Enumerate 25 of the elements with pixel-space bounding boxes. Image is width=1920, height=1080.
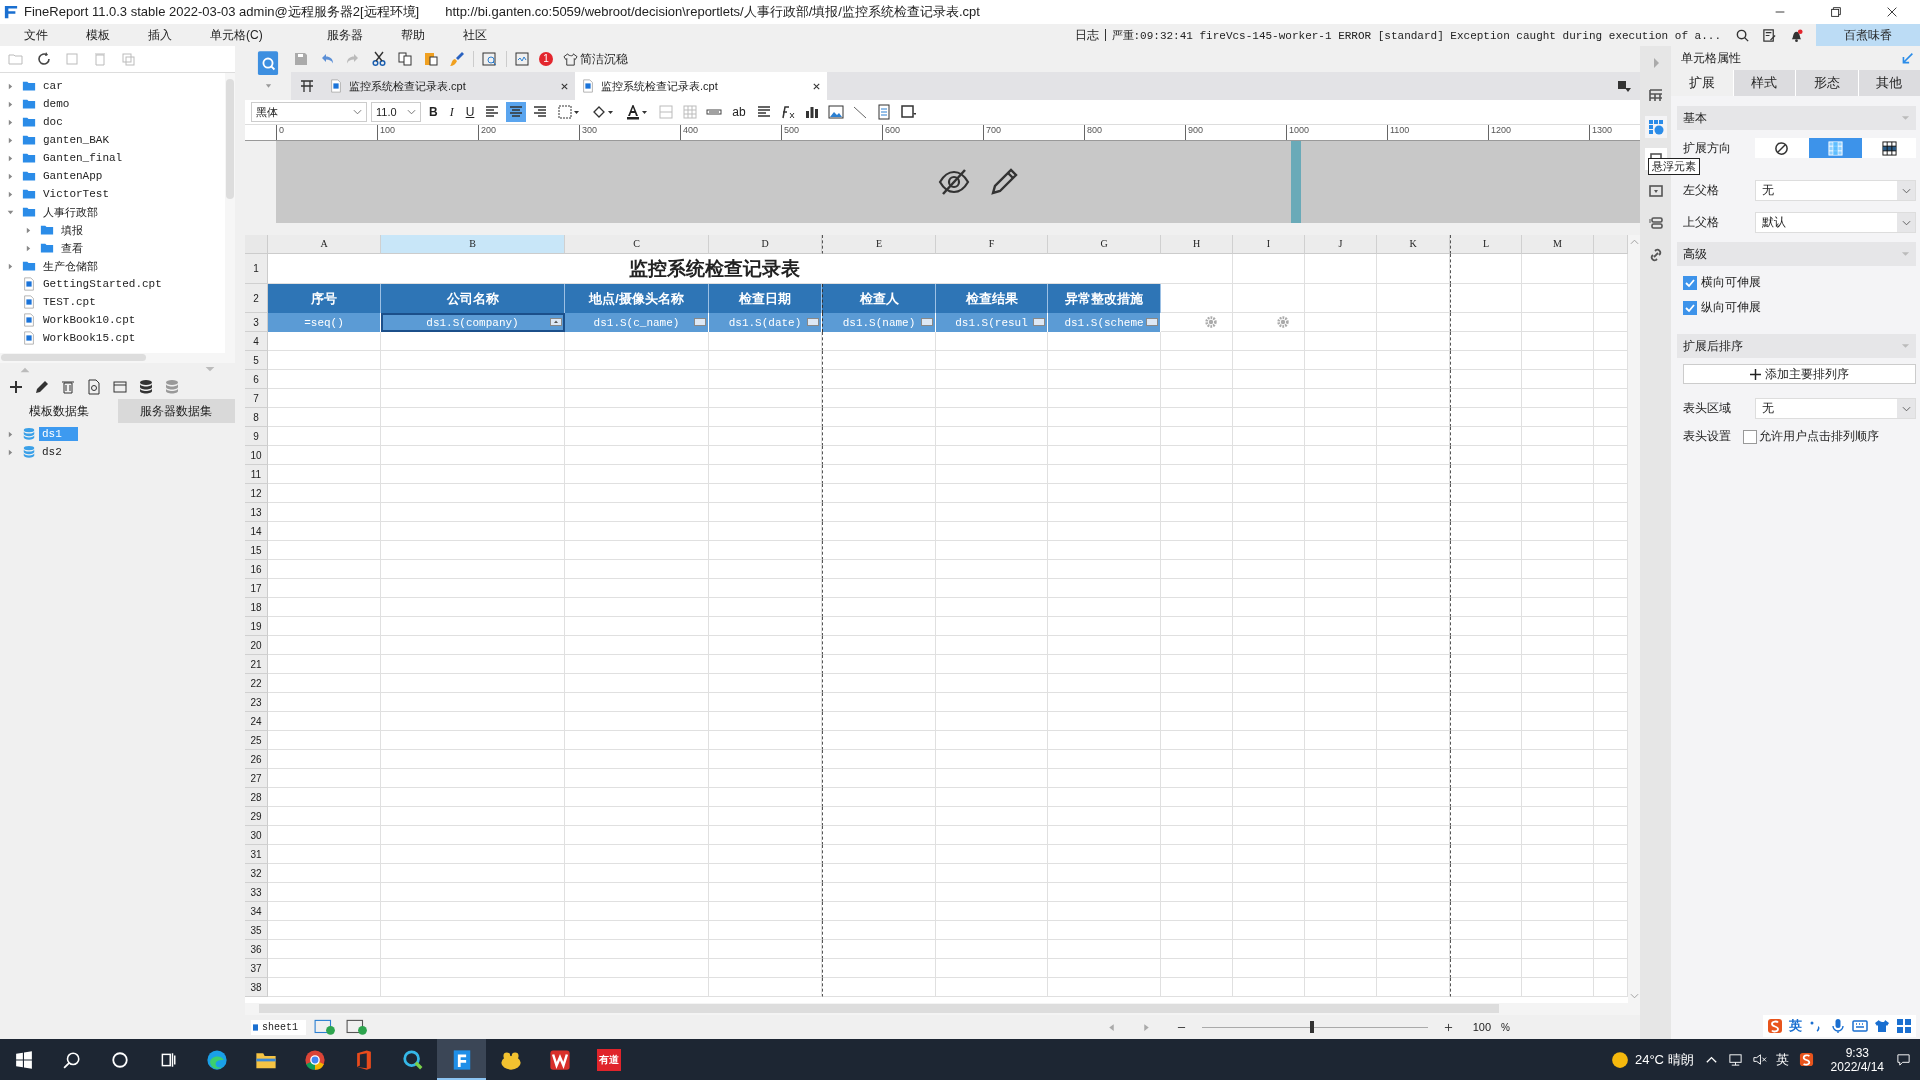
section-title: 高级 [1683, 245, 1707, 263]
log-message: 严重:09:32:41 fireVcs-145-worker-1 ERROR [standard] Exception caught during execution of a... [1111, 28, 1721, 43]
header-cell: 异常整改措施 [1048, 284, 1161, 313]
field-label: 表头区域 [1683, 400, 1732, 417]
field-label: 左父格 [1683, 182, 1720, 199]
header-cell: 检查日期 [709, 284, 822, 313]
field-label: 扩展方向 [1683, 139, 1732, 157]
file-path: http://bi.ganten.co:5059/webroot/decision\reportlets/人事行政部/填报/监控系统检查记录表.cpt [445, 3, 980, 21]
checkbox-label: 允许用户点击排列顺序 [1759, 428, 1879, 445]
window-title: FineReport 11.0.3 stable 2022-03-03 admin@远程服务器2[远程环境] [24, 3, 420, 21]
header-cell: 公司名称 [381, 284, 565, 313]
header-cell: 序号 [268, 284, 381, 313]
zoom-unit: % [1501, 1021, 1510, 1033]
header-cell: 检查人 [822, 284, 936, 313]
section-title: 基本 [1683, 109, 1707, 127]
header-cell: 地点/摄像头名称 [565, 284, 709, 313]
tooltip: 悬浮元素 [1648, 158, 1700, 175]
checkbox-label: 横向可伸展 [1701, 274, 1761, 291]
header-cell: 检查结果 [936, 284, 1048, 313]
field-label: 上父格 [1683, 214, 1720, 231]
field-label: 表头设置 [1683, 428, 1732, 445]
checkbox-label: 纵向可伸展 [1701, 299, 1761, 316]
section-title: 扩展后排序 [1683, 337, 1743, 355]
ruler: 0 100 200 300 400 500 600 700 800 900 1000 1100 1200 1300 [245, 125, 1640, 141]
panel-title: 单元格属性 [1681, 49, 1741, 67]
